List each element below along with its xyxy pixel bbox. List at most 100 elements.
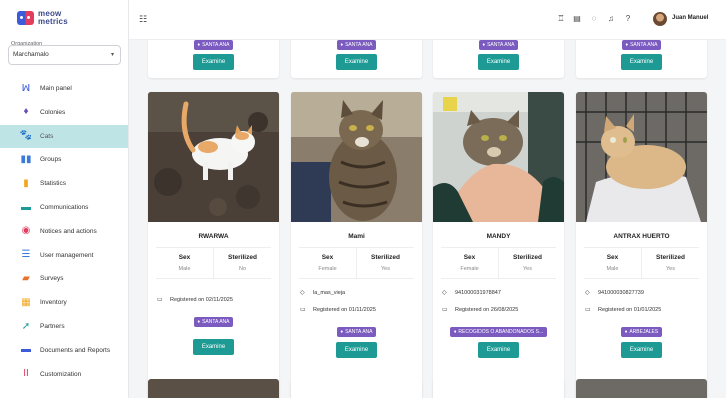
sidebar-item-cats[interactable]: 🐾 Cats — [0, 124, 128, 148]
sidebar-item-label: Notices and actions — [40, 227, 97, 235]
calendar-icon: ▭ — [300, 307, 306, 313]
sidebar-item-communications[interactable]: ▬ Communications — [0, 196, 128, 219]
microchip-line: ◇ 941000031978847 — [442, 289, 501, 297]
cat-card-partial: ♦ SANTA ANA Examine — [291, 40, 422, 78]
sidebar-item-label: Customization — [40, 370, 82, 378]
examine-button[interactable]: Examine — [478, 342, 519, 358]
sex-label: Sex — [321, 254, 334, 261]
sex-label: Sex — [606, 254, 619, 261]
cat-name: RWARWA — [198, 233, 229, 240]
paw-icon: 🐾 — [19, 130, 33, 142]
pin-icon: ♦ — [340, 42, 344, 48]
tag-icon: ◇ — [585, 290, 590, 296]
sterilized-value: Yes — [666, 266, 675, 272]
colony-tag: ♦ SANTA ANA — [336, 327, 377, 337]
main-panel-icon: ꟽ — [21, 82, 31, 94]
sidebar: meow metrics Organization Marchamalo ▾ ꟽ… — [0, 0, 129, 398]
logo-line2: metrics — [38, 17, 68, 26]
examine-button[interactable]: Examine — [336, 54, 377, 70]
sterilized-value: Yes — [381, 266, 390, 272]
examine-button[interactable]: Examine — [478, 54, 519, 70]
cat-card: ANTRAX HUERTO Sex Male Sterilized Yes ◇ 941… — [576, 92, 707, 398]
sidebar-item-label: User management — [40, 251, 94, 259]
avatar[interactable] — [653, 12, 667, 26]
pin-icon: ♦ — [453, 329, 457, 335]
sterilized-label: Sterilized — [371, 254, 400, 261]
groups-icon: ▮▮ — [20, 153, 32, 165]
sex-label: Sex — [463, 254, 476, 261]
app-logo[interactable]: meow metrics — [17, 10, 68, 26]
colonies-pin-icon: ♦ — [23, 106, 29, 118]
sidebar-item-notices-and-actions[interactable]: ◉ Notices and actions — [0, 220, 128, 243]
sidebar-item-surveys[interactable]: ▰ Surveys — [0, 267, 128, 290]
sidebar-item-user-management[interactable]: ☰ User management — [0, 244, 128, 267]
menu-icon[interactable]: ☷ — [139, 14, 147, 25]
sidebar-item-partners[interactable]: ➚ Partners — [0, 315, 128, 338]
communications-icon: ▬ — [21, 201, 31, 213]
cat-card-partial — [148, 379, 279, 398]
cat-photo[interactable] — [576, 92, 707, 222]
sidebar-item-label: Main panel — [40, 85, 72, 92]
sidebar-item-statistics[interactable]: ▮ Statistics — [0, 172, 128, 195]
cats-grid: ♦ SANTA ANA Examine ♦ SANTA ANA Examine ♦ S… — [129, 40, 726, 398]
registered-line: ▭ Registered on 02/11/2025 — [157, 296, 233, 304]
sidebar-item-inventory[interactable]: ▦ Inventory — [0, 291, 128, 314]
cat-card: RWARWA Sex Male Sterilized No ▭ Registered … — [148, 92, 279, 398]
examine-button[interactable]: Examine — [621, 342, 662, 358]
sidebar-item-documents-and-reports[interactable]: ▬ Documents and Reports — [0, 339, 128, 362]
sidebar-item-colonies[interactable]: ♦ Colonies — [0, 101, 128, 124]
help-icon[interactable]: ? — [623, 14, 633, 23]
cat-card-partial: ♦ SANTA ANA Examine — [148, 40, 279, 78]
documents-icon: ▬ — [21, 344, 31, 356]
cat-card: Mami Sex Female Sterilized Yes ◇ la_mas_vie… — [291, 92, 422, 398]
cat-photo[interactable] — [148, 92, 279, 222]
top-header: ☷ ♖ ▤ ◌ ♫ ? Juan Manuel — [129, 0, 726, 40]
sidebar-item-label: Cats — [40, 132, 54, 140]
chat-icon[interactable]: ◌ — [589, 14, 599, 23]
paw-shortcut-icon[interactable]: ♖ — [556, 14, 566, 23]
sex-value: Male — [606, 266, 619, 272]
sidebar-item-main-panel[interactable]: ꟽ Main panel — [0, 77, 128, 100]
meow-logo-icon — [17, 11, 34, 25]
bell-icon[interactable]: ♫ — [606, 14, 616, 23]
username[interactable]: Juan Manuel — [672, 15, 708, 21]
sidebar-item-label: Groups — [40, 156, 62, 164]
notices-icon: ◉ — [21, 225, 31, 237]
sidebar-item-customization[interactable]: II Customization — [0, 363, 128, 386]
colony-tag: ♦ SANTA ANA — [621, 40, 662, 50]
sterilized-value: Yes — [523, 266, 532, 272]
cat-photo[interactable] — [291, 92, 422, 222]
cat-name: ANTRAX HUERTO — [613, 233, 670, 240]
examine-button[interactable]: Examine — [193, 54, 234, 70]
calendar-icon: ▭ — [157, 297, 163, 303]
sidebar-item-label: Surveys — [40, 275, 64, 283]
examine-button[interactable]: Examine — [336, 342, 377, 358]
cat-card-partial — [291, 379, 422, 398]
cat-stats: Sex Female Sterilized Yes — [299, 247, 414, 279]
cat-name: Mami — [348, 233, 365, 240]
statistics-icon: ▮ — [23, 177, 29, 189]
examine-button[interactable]: Examine — [621, 54, 662, 70]
cat-card-partial: ♦ SANTA ANA Examine — [576, 40, 707, 78]
colony-tag: ♦ SANTA ANA — [193, 40, 234, 50]
examine-button[interactable]: Examine — [193, 339, 234, 355]
chevron-down-icon: ▾ — [110, 52, 114, 58]
pin-icon: ♦ — [340, 329, 344, 335]
sex-value: Female — [318, 266, 337, 272]
document-icon[interactable]: ▤ — [572, 14, 582, 23]
pin-icon: ♦ — [197, 319, 201, 325]
sterilized-label: Sterilized — [513, 254, 542, 261]
cat-stats: Sex Male Sterilized No — [156, 247, 271, 279]
user-management-icon: ☰ — [21, 249, 31, 261]
sidebar-item-groups[interactable]: ▮▮ Groups — [0, 148, 128, 171]
registered-line: ▭ Registered on 01/11/2025 — [300, 306, 376, 314]
cat-name: MANDY — [486, 233, 511, 240]
microchip-line: ◇ 941000030827739 — [585, 289, 644, 297]
sterilized-label: Sterilized — [228, 254, 257, 261]
pin-icon: ♦ — [482, 42, 486, 48]
cat-photo[interactable] — [433, 92, 564, 222]
sidebar-item-label: Partners — [40, 323, 65, 330]
calendar-icon: ▭ — [585, 307, 591, 313]
colony-tag: ♦ SANTA ANA — [336, 40, 377, 50]
organization-select[interactable]: Marchamalo ▾ — [8, 45, 121, 65]
